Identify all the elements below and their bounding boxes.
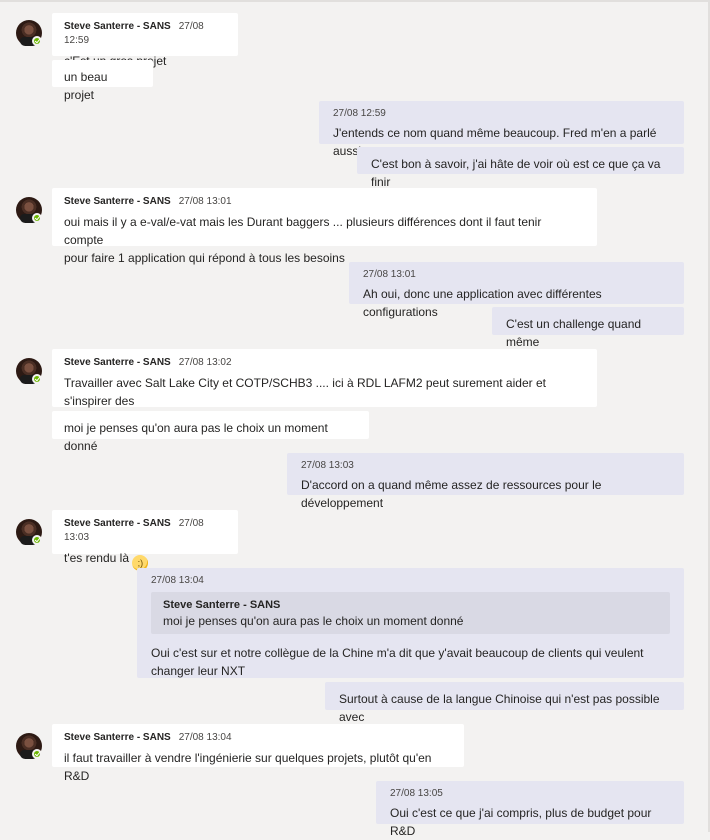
quoted-message[interactable]: Steve Santerre - SANS moi je penses qu'o… (151, 592, 670, 634)
message-time: 27/08 13:01 (178, 196, 232, 207)
message-text: C'est bon à savoir, j'ai hâte de voir où… (371, 157, 661, 189)
message-incoming[interactable]: Steve Santerre - SANS 27/08 13:03 t'es re… (52, 510, 238, 571)
message-text-line: changer leur NXT (151, 664, 246, 678)
message-header: Steve Santerre - SANS 27/08 13:02 (64, 356, 583, 370)
message-header: Steve Santerre - SANS 27/08 13:04 (64, 731, 450, 745)
avatar[interactable] (16, 358, 42, 384)
sender-name[interactable]: Steve Santerre - SANS (64, 21, 171, 32)
message-text-line: oui mais il y a e-val/e-vat mais les Dur… (64, 215, 542, 247)
message-incoming[interactable]: Steve Santerre - SANS 27/08 13:02 Travail… (52, 349, 597, 426)
message-time: 27/08 13:03 (301, 460, 354, 471)
presence-available-icon (32, 749, 42, 759)
presence-available-icon (32, 213, 42, 223)
message-time: 27/08 13:04 (151, 575, 204, 586)
message-outgoing[interactable]: 27/08 13:05 Oui c'est ce que j'ai compri… (376, 781, 684, 838)
message-time: 27/08 12:59 (333, 108, 386, 119)
presence-available-icon (32, 374, 42, 384)
sender-name[interactable]: Steve Santerre - SANS (64, 732, 171, 743)
message-time: 27/08 13:05 (390, 788, 443, 799)
sender-name[interactable]: Steve Santerre - SANS (64, 357, 171, 368)
message-text: moi je penses qu'on aura pas le choix un… (64, 421, 328, 453)
quoted-text: moi je penses qu'on aura pas le choix un… (163, 614, 464, 628)
message-text: Surtout à cause de la langue Chinoise qu… (339, 692, 660, 724)
message-text: C'est un challenge quand même (506, 317, 642, 349)
message-text: D'accord on a quand même assez de ressou… (301, 478, 602, 510)
message-outgoing[interactable]: C'est bon à savoir, j'ai hâte de voir où… (357, 147, 684, 189)
message-time: 27/08 13:01 (363, 269, 416, 280)
avatar[interactable] (16, 519, 42, 545)
message-header: Steve Santerre - SANS 27/08 12:59 (64, 20, 224, 48)
message-incoming[interactable]: Steve Santerre - SANS 27/08 13:01 oui mai… (52, 188, 597, 265)
message-incoming[interactable]: Steve Santerre - SANS 27/08 13:04 il faut… (52, 724, 464, 783)
message-text-line: Oui c'est sur et notre collègue de la Ch… (151, 646, 644, 660)
message-text-content: t'es rendu là (64, 551, 129, 565)
presence-available-icon (32, 535, 42, 545)
message-incoming[interactable]: un beau projet (52, 60, 153, 102)
message-outgoing[interactable]: C'est un challenge quand même (492, 307, 684, 349)
message-outgoing[interactable]: 27/08 13:01 Ah oui, donc une application… (349, 262, 684, 319)
message-text: Oui c'est ce que j'ai compris, plus de b… (390, 806, 652, 838)
message-outgoing[interactable]: 27/08 13:04 Steve Santerre - SANS moi je… (137, 568, 684, 678)
message-header: Steve Santerre - SANS 27/08 13:03 (64, 517, 224, 545)
message-outgoing[interactable]: 27/08 12:59 J'entends ce nom quand même … (319, 101, 684, 158)
avatar[interactable] (16, 197, 42, 223)
message-outgoing[interactable]: Surtout à cause de la langue Chinoise qu… (325, 682, 684, 724)
quoted-author: Steve Santerre - SANS (163, 599, 281, 611)
message-text: un beau projet (64, 70, 108, 102)
message-incoming[interactable]: moi je penses qu'on aura pas le choix un… (52, 411, 369, 453)
presence-available-icon (32, 36, 42, 46)
message-header: Steve Santerre - SANS 27/08 13:01 (64, 195, 583, 209)
message-time: 27/08 13:02 (178, 357, 232, 368)
sender-name[interactable]: Steve Santerre - SANS (64, 518, 171, 529)
avatar[interactable] (16, 20, 42, 46)
message-time: 27/08 13:04 (178, 732, 232, 743)
message-text: il faut travailler à vendre l'ingénierie… (64, 751, 432, 783)
sender-name[interactable]: Steve Santerre - SANS (64, 196, 171, 207)
message-outgoing[interactable]: 27/08 13:03 D'accord on a quand même ass… (287, 453, 684, 510)
message-incoming[interactable]: Steve Santerre - SANS27/08 12:59 c'Est u… (52, 13, 238, 68)
avatar[interactable] (16, 733, 42, 759)
message-text-line: Travailler avec Salt Lake City et COTP/S… (64, 376, 546, 408)
top-border (0, 0, 710, 2)
